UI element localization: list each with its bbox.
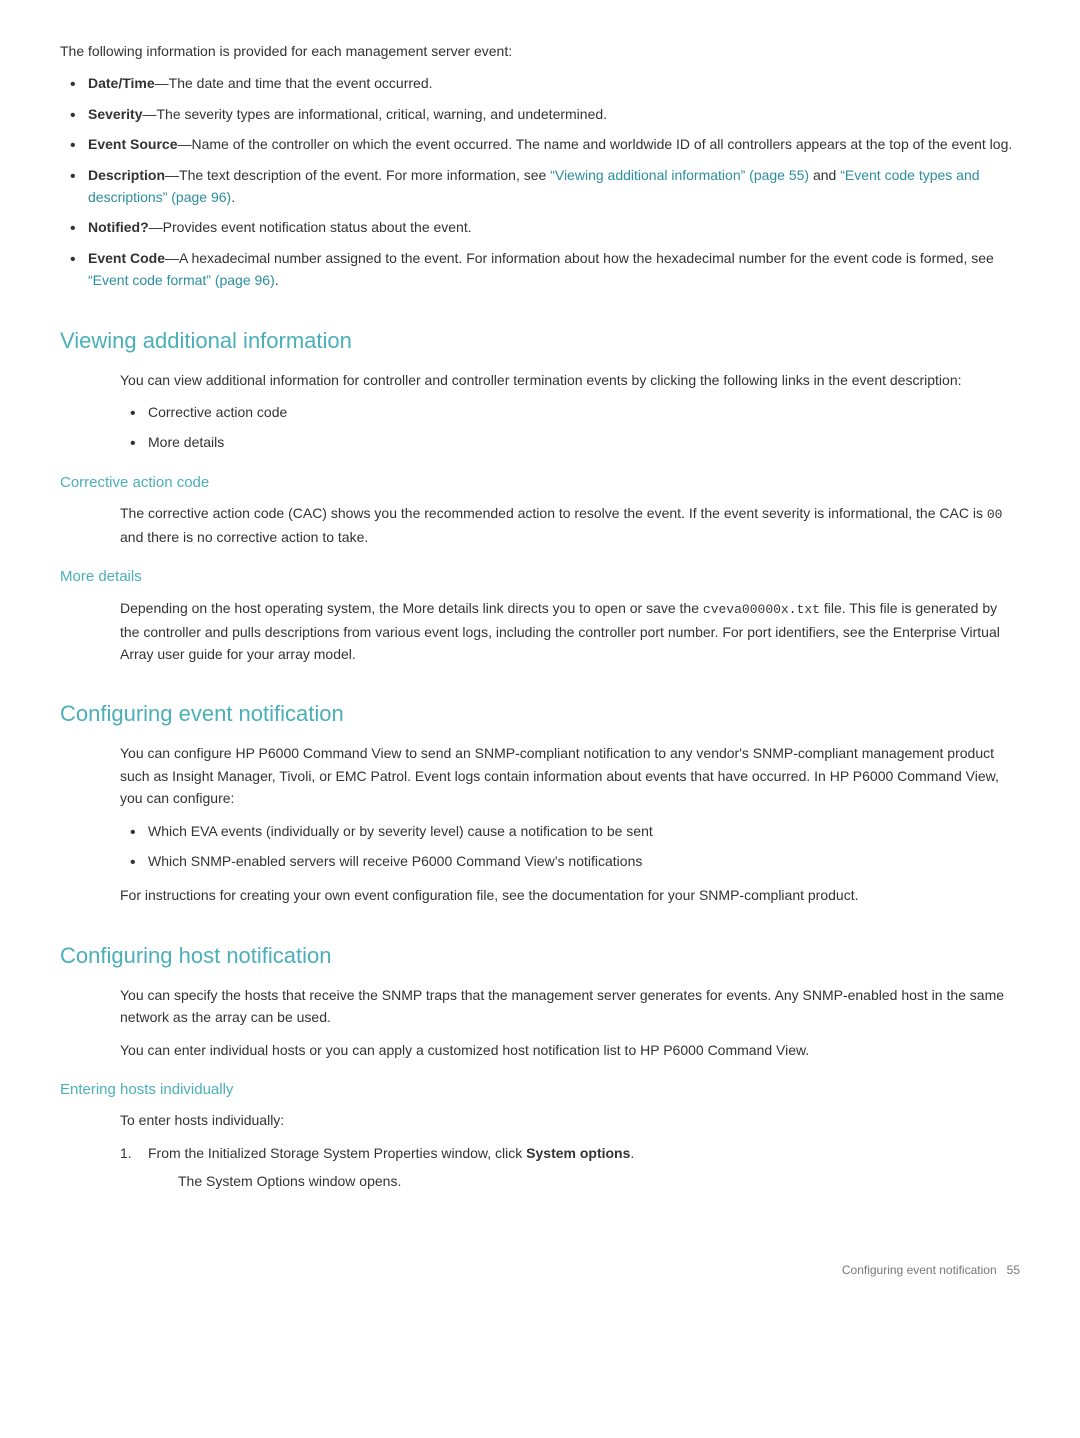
more-details-heading: More details — [60, 566, 1020, 589]
bullet-notified-sep: — — [149, 219, 163, 235]
corrective-action-heading: Corrective action code — [60, 472, 1020, 495]
step-1-text: From the Initialized Storage System Prop… — [148, 1145, 526, 1161]
entering-hosts-heading: Entering hosts individually — [60, 1079, 1020, 1102]
configuring-host-para1: You can specify the hosts that receive t… — [120, 984, 1020, 1029]
configuring-event-intro: You can configure HP P6000 Command View … — [120, 742, 1020, 809]
bullet-severity: Severity—The severity types are informat… — [60, 103, 1020, 125]
entering-hosts-intro: To enter hosts individually: — [120, 1109, 1020, 1131]
viewing-section-body: You can view additional information for … — [60, 369, 1020, 454]
configuring-host-body: You can specify the hosts that receive t… — [60, 984, 1020, 1061]
corrective-action-body: The corrective action code (CAC) shows y… — [60, 502, 1020, 548]
bullet-description: Description—The text description of the … — [60, 164, 1020, 209]
bullet-eventsource-text: Name of the controller on which the even… — [191, 136, 1012, 152]
bullet-description-label: Description — [88, 167, 165, 183]
bullet-severity-sep: — — [142, 106, 156, 122]
more-details-body: Depending on the host operating system, … — [60, 597, 1020, 666]
bullet-description-middle: and — [809, 167, 840, 183]
bullet-notified: Notified?—Provides event notification st… — [60, 216, 1020, 238]
step-1-sub: The System Options window opens. — [148, 1170, 1020, 1192]
entering-hosts-steps: From the Initialized Storage System Prop… — [120, 1142, 1020, 1193]
configuring-host-heading: Configuring host notification — [60, 935, 1020, 972]
bullet-eventcode-end: . — [275, 272, 279, 288]
configuring-host-para2: You can enter individual hosts or you ca… — [120, 1039, 1020, 1061]
bullet-severity-text: The severity types are informational, cr… — [156, 106, 607, 122]
footer-page: 55 — [1007, 1263, 1020, 1277]
viewing-intro: You can view additional information for … — [120, 369, 1020, 391]
bullet-eventsource: Event Source—Name of the controller on w… — [60, 133, 1020, 155]
more-details-text: Depending on the host operating system, … — [120, 597, 1020, 666]
bullet-eventsource-label: Event Source — [88, 136, 177, 152]
corrective-action-text: The corrective action code (CAC) shows y… — [120, 502, 1020, 548]
configuring-event-body: You can configure HP P6000 Command View … — [60, 742, 1020, 906]
bullet-notified-text: Provides event notification status about… — [163, 219, 472, 235]
bullet-eventcode-label: Event Code — [88, 250, 165, 266]
step-1-sub-text: The System Options window opens. — [178, 1170, 1020, 1192]
page-content: The following information is provided fo… — [60, 40, 1020, 1279]
configuring-event-bullets: Which EVA events (individually or by sev… — [120, 820, 1020, 873]
viewing-additional-link[interactable]: “Viewing additional information” (page 5… — [550, 167, 809, 183]
bullet-datetime-label: Date/Time — [88, 75, 155, 91]
configuring-event-bullet-1: Which EVA events (individually or by sev… — [120, 820, 1020, 842]
bullet-datetime: Date/Time—The date and time that the eve… — [60, 72, 1020, 94]
more-details-filename: cveva00000x.txt — [703, 602, 820, 617]
step-1-end: . — [630, 1145, 634, 1161]
bullet-eventcode-sep: — — [165, 250, 179, 266]
event-code-format-link[interactable]: “Event code format” (page 96) — [88, 272, 275, 288]
intro-bullets: Date/Time—The date and time that the eve… — [60, 72, 1020, 291]
bullet-eventcode-text: A hexadecimal number assigned to the eve… — [179, 250, 994, 266]
footer-text: Configuring event notification — [842, 1263, 997, 1277]
configuring-event-bullet-2: Which SNMP-enabled servers will receive … — [120, 850, 1020, 872]
viewing-bullet-cac: Corrective action code — [120, 401, 1020, 423]
step-1-bold: System options — [526, 1145, 630, 1161]
bullet-description-end: . — [231, 189, 235, 205]
bullet-eventsource-sep: — — [177, 136, 191, 152]
entering-hosts-body: To enter hosts individually: From the In… — [60, 1109, 1020, 1192]
bullet-severity-label: Severity — [88, 106, 142, 122]
intro-paragraph: The following information is provided fo… — [60, 40, 1020, 62]
bullet-datetime-sep: — — [155, 75, 169, 91]
configuring-event-footer: For instructions for creating your own e… — [120, 884, 1020, 906]
viewing-section-heading: Viewing additional information — [60, 320, 1020, 357]
bullet-description-sep: — — [165, 167, 179, 183]
bullet-description-text: The text description of the event. For m… — [179, 167, 550, 183]
page-footer: Configuring event notification 55 — [60, 1253, 1020, 1279]
configuring-event-heading: Configuring event notification — [60, 693, 1020, 730]
bullet-datetime-text: The date and time that the event occurre… — [169, 75, 433, 91]
viewing-bullet-more: More details — [120, 431, 1020, 453]
bullet-eventcode: Event Code—A hexadecimal number assigned… — [60, 247, 1020, 292]
viewing-bullets: Corrective action code More details — [120, 401, 1020, 454]
bullet-notified-label: Notified? — [88, 219, 149, 235]
corrective-action-code: 00 — [987, 507, 1003, 522]
step-1: From the Initialized Storage System Prop… — [120, 1142, 1020, 1193]
